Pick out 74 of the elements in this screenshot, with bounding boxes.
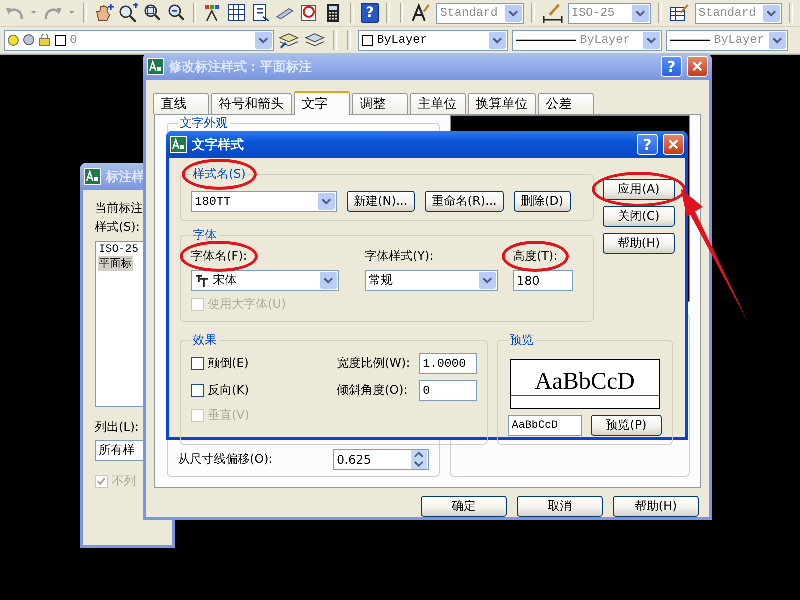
table-style-icon[interactable] — [668, 3, 691, 23]
label: 当前标注 — [95, 200, 144, 217]
hand-icon[interactable] — [94, 3, 114, 23]
preview-sample: AaBbCcD — [535, 370, 635, 394]
grid-icon[interactable] — [227, 3, 248, 23]
truetype-icon — [195, 274, 209, 288]
chevron-down-icon — [255, 32, 272, 48]
checkbox[interactable] — [191, 384, 204, 397]
group-title: 字体 — [192, 227, 218, 244]
label: 从尺寸线偏移(O): — [178, 451, 273, 468]
chevron-down-icon — [318, 193, 335, 210]
input-field[interactable]: 0 — [419, 380, 477, 401]
dialog-button[interactable]: 新建(N)... — [347, 191, 415, 212]
sheet-icon[interactable] — [251, 3, 272, 23]
field-label: 倾斜角度(O): — [337, 382, 409, 399]
close-icon — [692, 61, 703, 72]
chevron-down-icon — [320, 272, 337, 289]
group-title: 样式名(S) — [193, 167, 246, 181]
checkbox-label: 垂直(V) — [208, 407, 250, 424]
chevron-down-icon — [632, 4, 649, 22]
markup-icon[interactable] — [299, 3, 320, 23]
app-icon — [170, 136, 187, 153]
input-field[interactable]: 1.0000 — [419, 353, 477, 374]
color-swatch-icon — [362, 34, 373, 46]
chevron-down-icon — [763, 4, 780, 22]
lock-icon — [39, 34, 51, 46]
label: 列出(L): — [95, 419, 140, 436]
label: 样式(S): — [95, 219, 142, 236]
input-field[interactable]: AaBbCcD — [508, 415, 582, 436]
close-button[interactable] — [663, 134, 684, 155]
line-sample-icon — [670, 38, 710, 42]
zoom-in-icon[interactable] — [118, 3, 138, 23]
group-title: 预览 — [509, 332, 535, 349]
dialog-button[interactable]: 删除(D) — [514, 191, 571, 212]
preview-button[interactable]: 预览(P) — [590, 415, 662, 436]
field-label: 字体名(F): — [191, 249, 248, 263]
style-dropdown[interactable]: 180TT — [191, 191, 337, 212]
dialog-button[interactable]: 关闭(C) — [603, 206, 675, 227]
font-style-dropdown[interactable]: 常规 — [365, 270, 498, 291]
checkbox-label: 反向(K) — [208, 382, 250, 399]
checkbox-label: 颠倒(E) — [208, 355, 249, 372]
checkbox-label: 使用大字体(U) — [208, 296, 286, 313]
field-label: 宽度比例(W): — [337, 355, 412, 372]
checkbox-label: 不列 — [112, 473, 136, 490]
font-dropdown[interactable]: 宋体 — [191, 270, 339, 291]
spin-field[interactable]: 0.625 — [333, 449, 429, 470]
app-icon — [84, 168, 101, 185]
dialog-button[interactable]: 帮助(H) — [603, 233, 675, 254]
field-label: 字体样式(Y): — [365, 249, 434, 263]
color-swatch-icon — [55, 34, 66, 46]
spin-arrows-icon — [411, 450, 427, 469]
chevron-down-icon — [643, 32, 660, 48]
property-dropdown[interactable]: ByLayer — [358, 30, 508, 50]
help-button[interactable]: ? — [361, 3, 379, 23]
group-title: 效果 — [192, 332, 218, 349]
dialog-button[interactable]: 应用(A) — [603, 179, 675, 200]
checkbox[interactable] — [191, 357, 204, 370]
text-style-icon[interactable] — [410, 3, 432, 23]
window-title: 修改标注样式：平面标注 — [169, 58, 313, 76]
dialog-button[interactable]: 重命名(R)... — [424, 191, 504, 212]
close-icon — [668, 139, 679, 150]
chevron-down-icon — [489, 32, 506, 48]
window-title: 文字样式 — [192, 136, 245, 154]
checkmark-icon — [97, 477, 106, 486]
group-title: 文字外观 — [179, 115, 229, 132]
chevron-down-icon — [479, 272, 496, 289]
chevron-down-icon — [504, 4, 522, 22]
line-sample-icon — [516, 38, 576, 42]
chevron-down-icon — [769, 32, 786, 48]
field-label: 高度(T): — [513, 249, 558, 263]
height-field[interactable]: 180 — [513, 270, 573, 291]
app-icon — [147, 58, 164, 75]
help-button[interactable]: ? — [637, 134, 658, 155]
dimension-style-icon[interactable] — [542, 3, 564, 23]
